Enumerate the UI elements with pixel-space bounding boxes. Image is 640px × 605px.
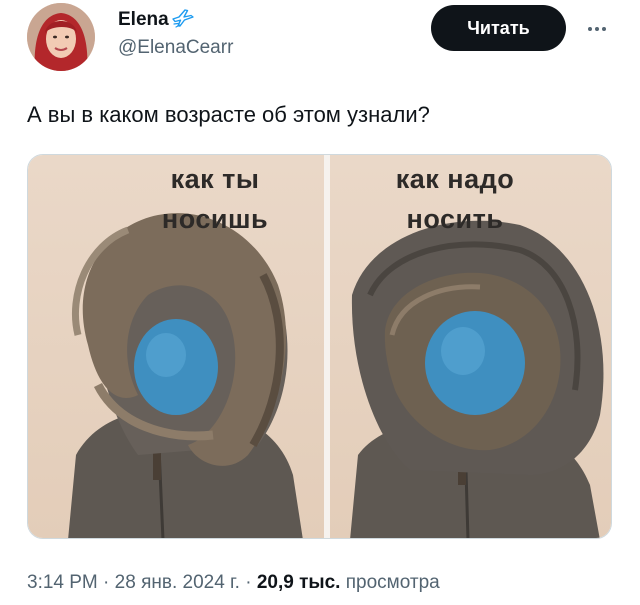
tweet-time[interactable]: 3:14 PM bbox=[27, 572, 98, 593]
tweet-text: А вы в каком возрасте об этом узнали? bbox=[27, 102, 430, 127]
tweet-media[interactable]: как ты носишь как надо носить bbox=[27, 154, 612, 539]
meta-separator: · bbox=[239, 572, 257, 593]
avatar-image bbox=[27, 3, 95, 71]
display-name[interactable]: Elena bbox=[118, 9, 169, 31]
views-count: 20,9 тыс. bbox=[256, 572, 341, 593]
author-info: Elena @ElenaCearr bbox=[118, 7, 233, 59]
follow-button[interactable]: Читать bbox=[431, 5, 566, 51]
views-label: просмотра bbox=[340, 572, 440, 593]
airplane-icon bbox=[171, 6, 195, 35]
tweet-meta: 3:14 PM · 28 янв. 2024 г. · 20,9 тыс. пр… bbox=[27, 572, 440, 594]
tweet-date[interactable]: 28 янв. 2024 г. bbox=[115, 572, 240, 593]
right-caption: как надо носить bbox=[395, 164, 515, 234]
meta-separator: · bbox=[97, 572, 115, 593]
avatar[interactable] bbox=[27, 3, 95, 71]
left-caption: как ты носишь bbox=[161, 164, 269, 234]
media-panel-right: как надо носить bbox=[330, 155, 611, 538]
media-panel-left: как ты носишь bbox=[28, 155, 324, 538]
more-dots-icon[interactable] bbox=[584, 16, 610, 42]
user-handle[interactable]: @ElenaCearr bbox=[118, 37, 233, 59]
